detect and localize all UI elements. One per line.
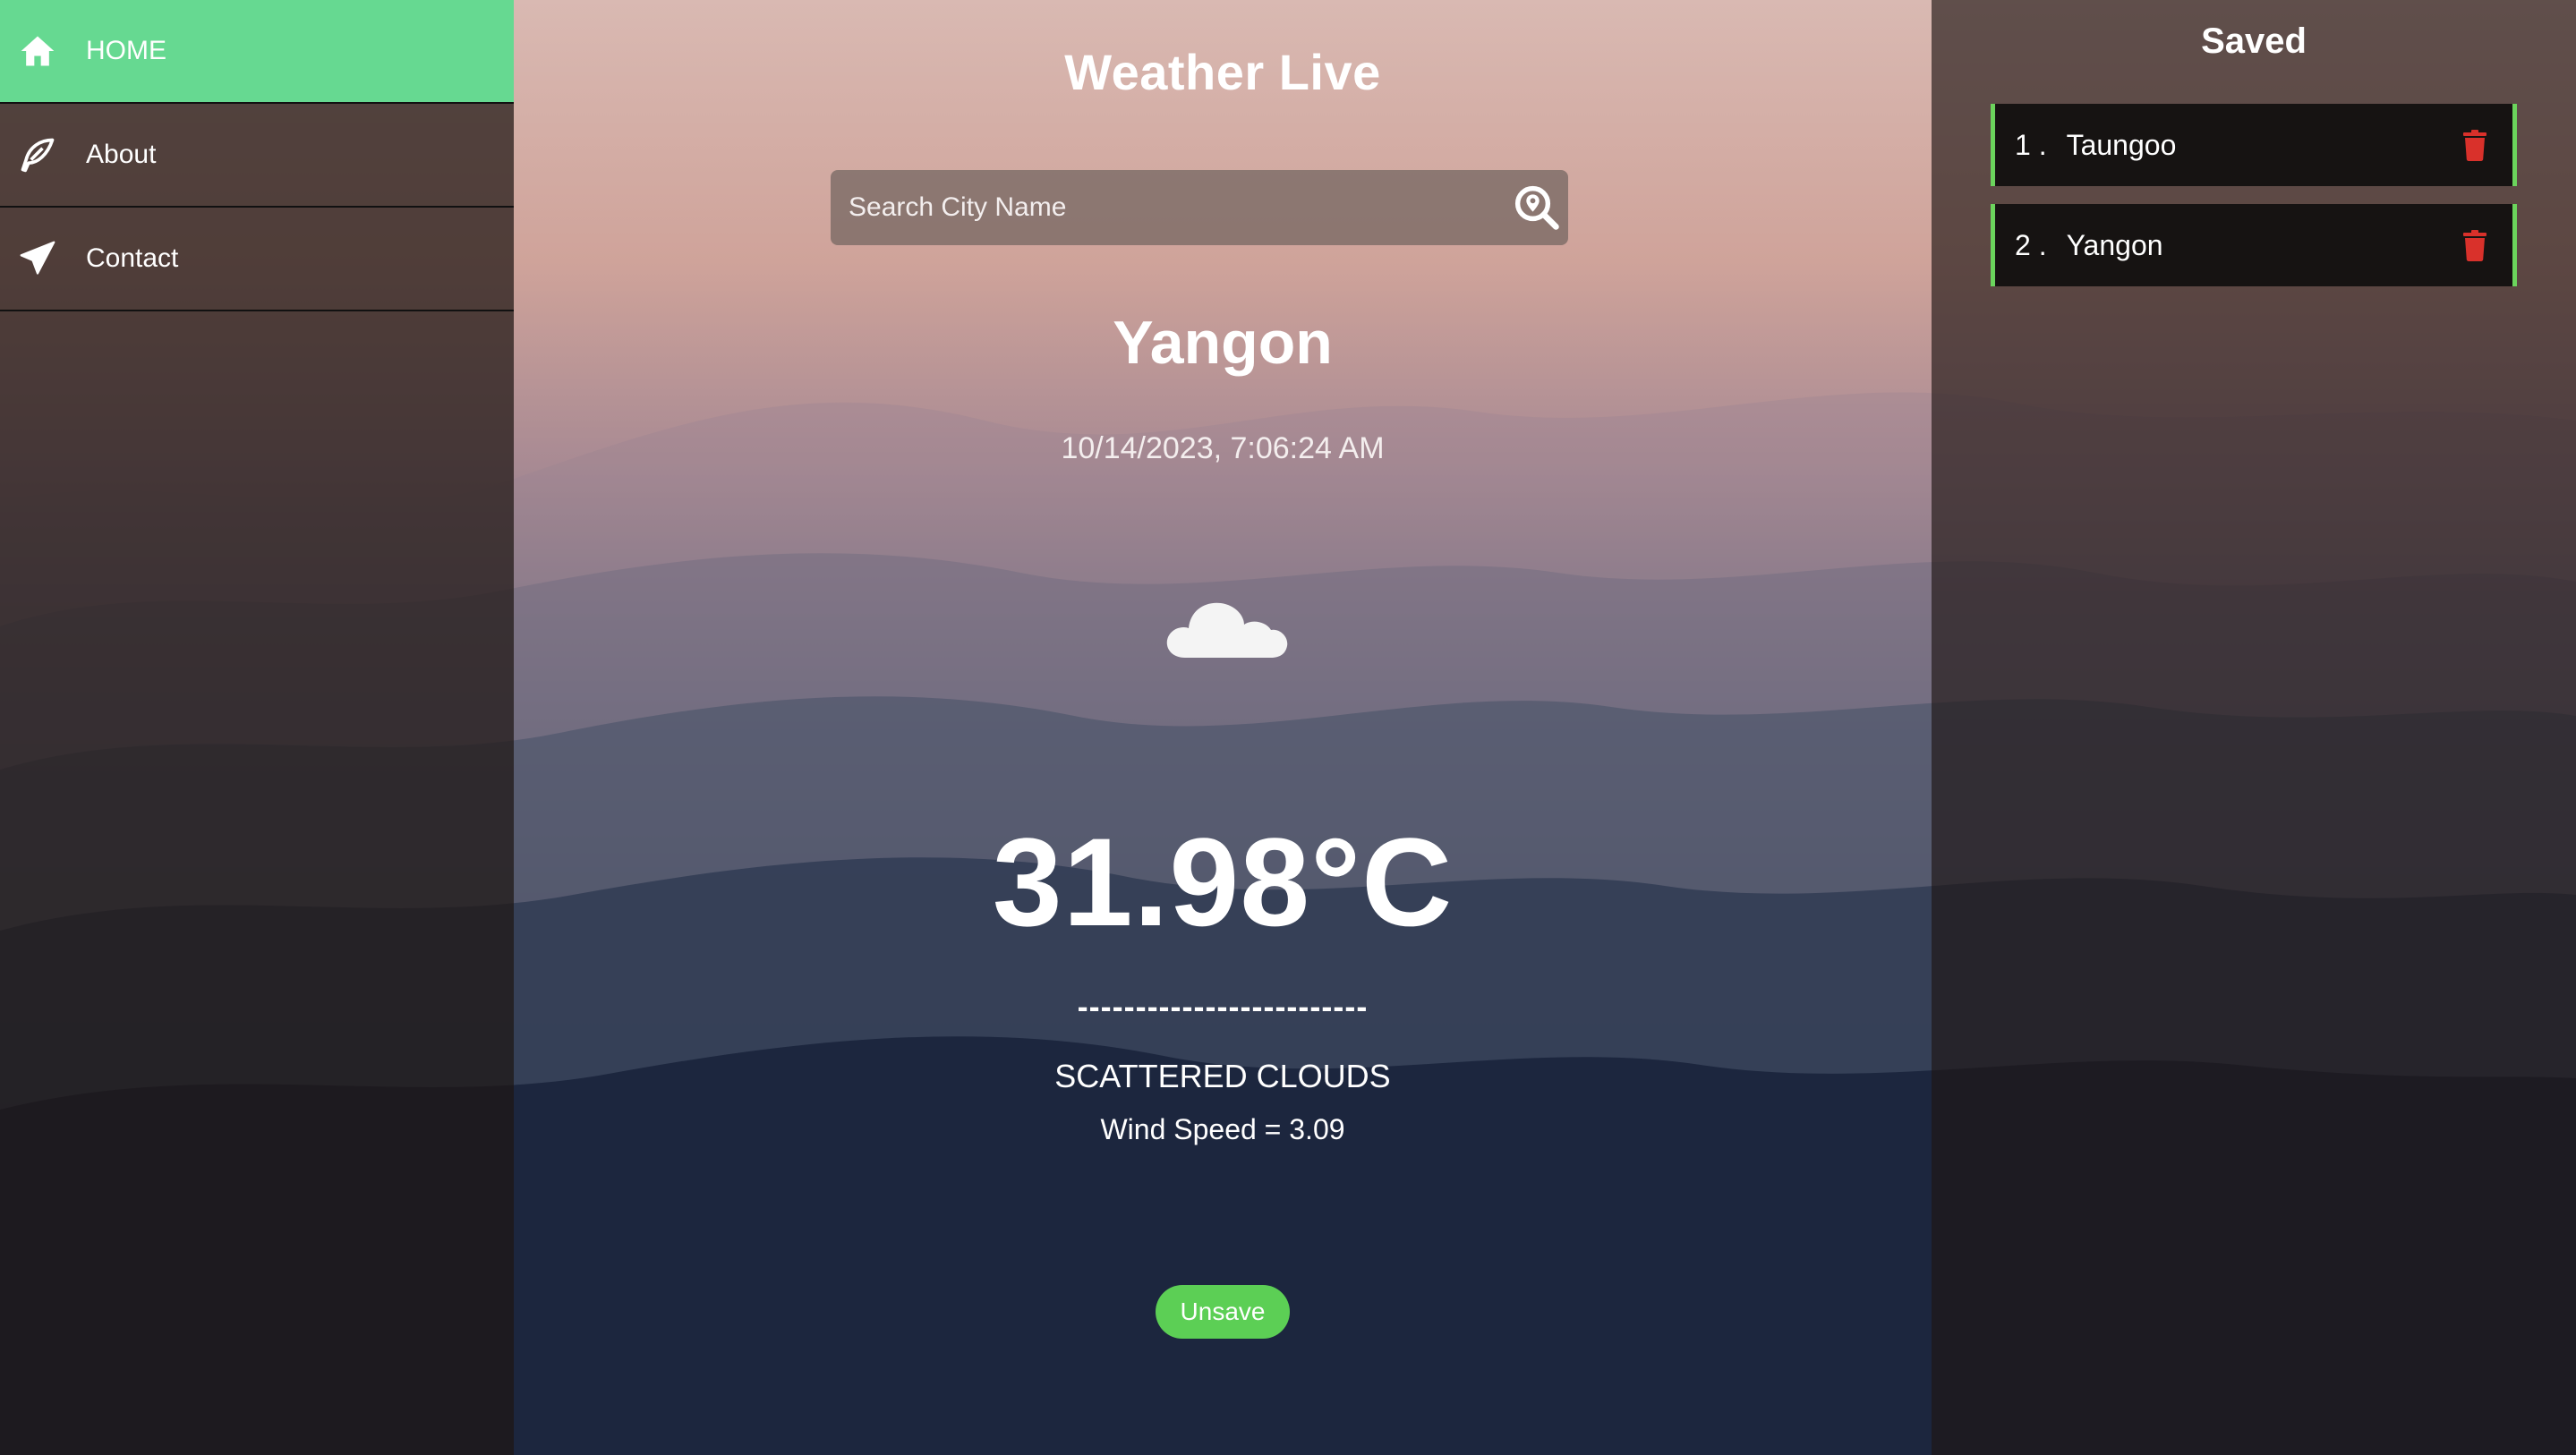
date-time: 10/14/2023, 7:06:24 AM bbox=[1061, 431, 1385, 465]
saved-panel: Saved 1 . Taungoo 2 . Yangon bbox=[1932, 0, 2576, 1455]
saved-item-number: 2 . bbox=[2015, 228, 2047, 261]
page-title: Weather Live bbox=[1064, 44, 1381, 100]
nav-item-about[interactable]: About bbox=[0, 104, 514, 208]
search-bar bbox=[831, 170, 1568, 245]
saved-item-number: 1 . bbox=[2015, 128, 2047, 161]
trash-icon[interactable] bbox=[2448, 218, 2502, 272]
paper-plane-icon bbox=[18, 239, 57, 278]
saved-item-name: Taungoo bbox=[2066, 128, 2177, 161]
home-icon bbox=[18, 31, 57, 71]
nav-item-label: Contact bbox=[86, 243, 179, 273]
divider-line: ------------------------- bbox=[1077, 988, 1369, 1025]
trash-icon[interactable] bbox=[2448, 118, 2502, 172]
feather-icon bbox=[18, 135, 57, 174]
saved-title: Saved bbox=[2201, 21, 2307, 61]
main-content: Weather Live Yangon 10/14/2023, 7:06:24 … bbox=[514, 0, 1932, 1455]
saved-item[interactable]: 1 . Taungoo bbox=[1991, 104, 2517, 186]
search-location-icon bbox=[1514, 185, 1559, 230]
unsave-button[interactable]: Unsave bbox=[1156, 1285, 1290, 1339]
wind-speed: Wind Speed = 3.09 bbox=[1100, 1113, 1345, 1145]
saved-item-name: Yangon bbox=[2066, 228, 2163, 261]
sidebar: HOME About Contact bbox=[0, 0, 514, 1455]
nav-item-label: HOME bbox=[86, 36, 166, 65]
saved-item[interactable]: 2 . Yangon bbox=[1991, 204, 2517, 286]
city-name: Yangon bbox=[1113, 309, 1333, 377]
search-button[interactable] bbox=[1506, 170, 1568, 245]
nav-item-label: About bbox=[86, 140, 157, 169]
cloud-icon bbox=[1166, 602, 1288, 658]
weather-app: HOME About Contact Weather Live Search C… bbox=[0, 0, 2576, 1455]
nav-item-home[interactable]: HOME bbox=[0, 0, 514, 104]
search-input[interactable] bbox=[849, 192, 1506, 223]
temperature: 31.98°C bbox=[992, 812, 1454, 952]
nav-item-contact[interactable]: Contact bbox=[0, 208, 514, 311]
weather-description: SCATTERED CLOUDS bbox=[1054, 1058, 1391, 1094]
